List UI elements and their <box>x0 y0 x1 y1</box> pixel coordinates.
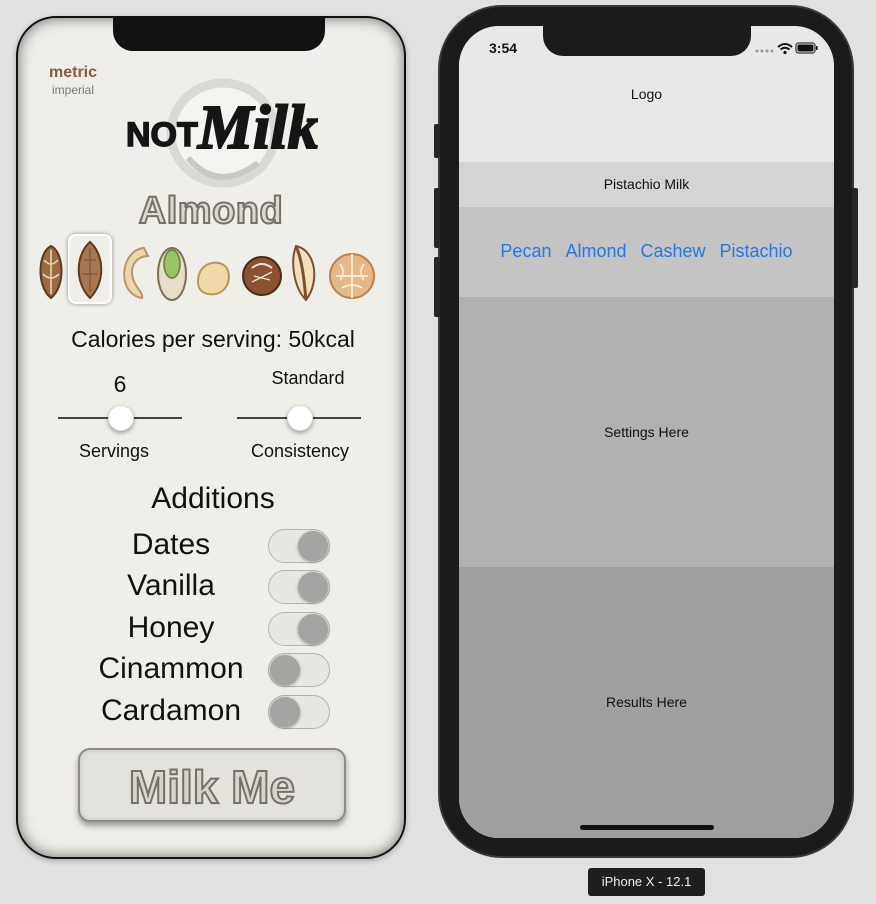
hazelnut-icon[interactable] <box>240 238 284 304</box>
selected-nut-title: Almond <box>138 189 284 233</box>
addition-dates: Dates <box>78 527 358 567</box>
addition-cardamon: Cardamon <box>78 693 358 733</box>
almond-selected-frame[interactable] <box>68 234 112 304</box>
additions-title: Additions <box>151 482 275 515</box>
status-time: 3:54 <box>489 40 518 56</box>
battery-icon <box>795 42 818 54</box>
addition-label: Dates <box>131 528 211 561</box>
addition-label: Cinammon <box>98 652 244 685</box>
nut-options: Pecan Almond Cashew Pistachio <box>459 241 834 262</box>
addition-label: Honey <box>127 611 215 644</box>
dates-toggle[interactable] <box>268 529 330 563</box>
nut-carousel[interactable] <box>34 234 394 304</box>
honey-toggle[interactable] <box>268 612 330 646</box>
calories-text: Calories per serving: 50kcal <box>71 326 355 352</box>
addition-label: Cardamon <box>100 694 242 727</box>
addition-honey: Honey <box>78 610 358 650</box>
addition-label: Vanilla <box>127 569 215 602</box>
silent-switch <box>434 124 440 158</box>
servings-slider[interactable] <box>58 405 182 431</box>
device-label: iPhone X - 12.1 <box>588 868 705 896</box>
macadamia-icon[interactable] <box>192 238 236 304</box>
wifi-icon <box>777 43 793 55</box>
consistency-slider[interactable] <box>237 405 361 431</box>
milk-title: Pistachio Milk <box>603 176 690 192</box>
logo-placeholder: Logo <box>630 86 663 102</box>
logo-text-milk: Milk <box>197 94 318 162</box>
volume-up-button <box>434 188 440 248</box>
nut-option-almond[interactable]: Almond <box>565 241 626 261</box>
unit-metric[interactable]: metric <box>38 64 108 82</box>
toggle-knob <box>298 572 328 602</box>
toggle-knob <box>298 531 328 561</box>
servings-value: 6 <box>113 371 127 397</box>
notmilk-logo: NOT Milk <box>125 78 318 188</box>
consistency-label: Consistency <box>250 441 350 461</box>
unit-selector[interactable]: metric imperial <box>38 64 108 97</box>
cinammon-toggle[interactable] <box>268 653 330 687</box>
results-section: Results Here <box>459 567 834 838</box>
vanilla-toggle[interactable] <box>268 570 330 604</box>
power-button <box>852 188 858 288</box>
brazil-nut-icon[interactable] <box>288 238 322 304</box>
simulator-screen: Logo Pistachio Milk Pecan Almond Cashew Pis… <box>459 26 834 838</box>
pistachio-icon[interactable] <box>154 238 190 304</box>
results-placeholder: Results Here <box>606 694 687 710</box>
toggle-knob <box>270 697 300 727</box>
home-indicator <box>580 825 714 830</box>
app-mockup: metric imperial NOT Milk Almond Calories… <box>16 16 406 859</box>
addition-cinammon: Cinammon <box>78 651 358 691</box>
simulator-notch <box>543 26 751 56</box>
unit-imperial[interactable]: imperial <box>38 83 108 97</box>
signal-icon <box>755 49 774 53</box>
servings-label: Servings <box>78 441 150 461</box>
consistency-value: Standard <box>271 368 345 388</box>
settings-section: Settings Here <box>459 297 834 567</box>
cashew-icon[interactable] <box>114 238 154 304</box>
toggle-knob <box>270 655 300 685</box>
slider-thumb[interactable] <box>108 405 134 431</box>
status-icons <box>755 42 818 55</box>
nut-option-pistachio[interactable]: Pistachio <box>720 241 793 261</box>
nut-option-pecan[interactable]: Pecan <box>500 241 551 261</box>
cardamon-toggle[interactable] <box>268 695 330 729</box>
phone-notch <box>113 18 325 51</box>
toggle-knob <box>298 614 328 644</box>
title-section: Pistachio Milk <box>459 162 834 207</box>
settings-placeholder: Settings Here <box>604 424 689 440</box>
nut-option-cashew[interactable]: Cashew <box>641 241 706 261</box>
milk-me-button[interactable]: Milk Me <box>78 748 346 822</box>
slider-thumb[interactable] <box>287 405 313 431</box>
almond-icon[interactable] <box>70 236 110 302</box>
logo-text-not: NOT <box>126 116 198 154</box>
addition-vanilla: Vanilla <box>78 568 358 608</box>
pecan-icon[interactable] <box>34 238 68 304</box>
volume-down-button <box>434 257 440 317</box>
walnut-icon[interactable] <box>326 238 378 304</box>
